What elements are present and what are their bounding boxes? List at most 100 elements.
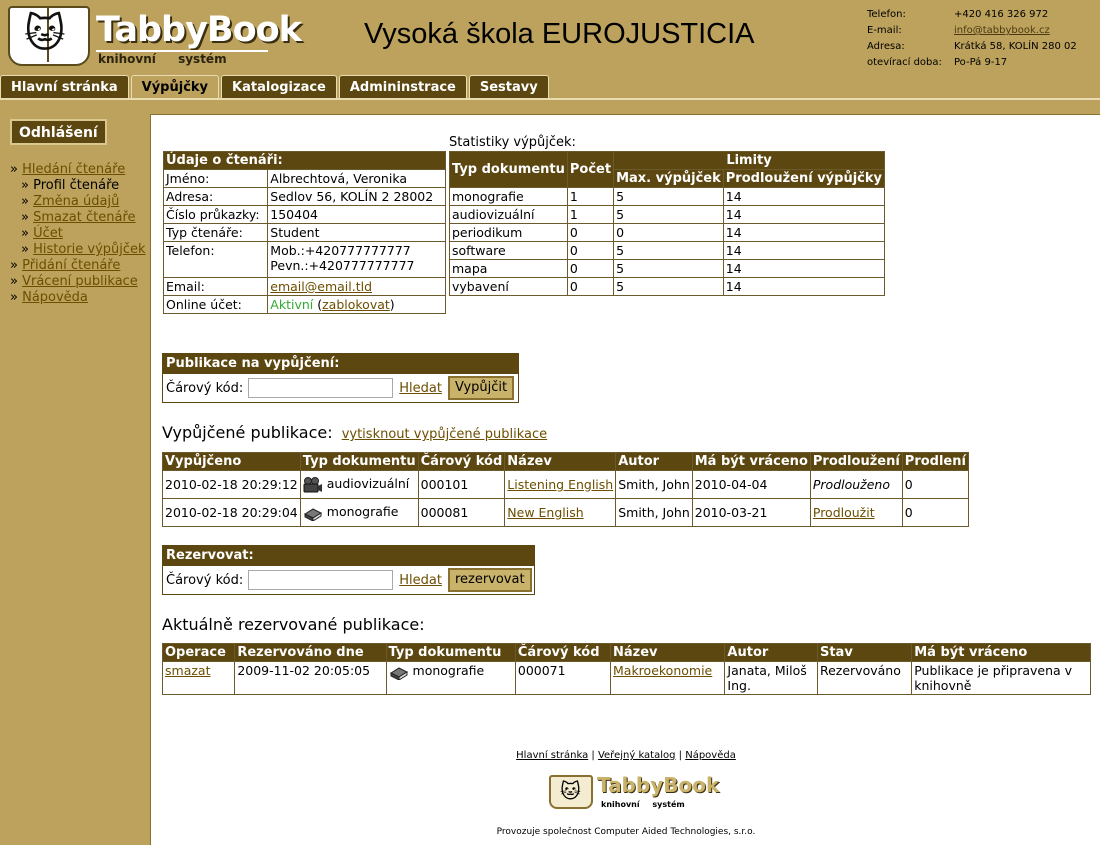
reader-info-table: Údaje o čtenáři: Jméno: Albrechtová, Vero… xyxy=(162,151,446,314)
tab-administration[interactable]: Admininstrace xyxy=(338,75,467,99)
contact-email-link[interactable]: info@tabbybook.cz xyxy=(954,23,1050,39)
table-row: mapa 0 5 14 xyxy=(449,259,886,278)
logout-button[interactable]: Odhlášení xyxy=(10,119,107,145)
table-row: smazat 2009-11-02 20:05:05 monografie 00… xyxy=(161,661,1091,695)
stats-col-extension: Prodloužení výpůjčky xyxy=(722,169,886,188)
table-row: vybavení 0 5 14 xyxy=(449,277,886,296)
lend-button[interactable]: Vypůjčit xyxy=(447,376,515,400)
reader-online-status: Aktivní (zablokovat) xyxy=(267,295,446,314)
online-status-text: Aktivní xyxy=(270,297,314,312)
reserve-search-link[interactable]: Hledat xyxy=(399,573,442,588)
stats-title: Statistiky výpůjček: xyxy=(449,135,576,150)
contact-label: Adresa: xyxy=(867,41,905,52)
reader-card-number: 150404 xyxy=(267,205,446,224)
table-row: 2010-02-18 20:29:04 monografie 000081 Ne… xyxy=(162,498,969,527)
loans-title: Vypůjčené publikace: xyxy=(162,423,333,442)
contact-label: E-mail: xyxy=(867,25,902,36)
reader-phone: Mob.:+420777777777 Pevn.:+420777777777 xyxy=(267,241,446,278)
header: 🐱 TabbyBook knihovní systém Vysoká škola… xyxy=(0,0,1100,75)
footer-logo-subtitle: knihovní systém xyxy=(601,800,685,809)
loans-table: Vypůjčeno Typ dokumentu Čárový kód Název… xyxy=(162,452,969,527)
footer-link-home[interactable]: Hlavní stránka xyxy=(516,750,588,761)
contact-address: Krátká 58, KOLÍN 280 02 xyxy=(954,41,1077,52)
print-loans-link[interactable]: vytisknout vypůjčené publikace xyxy=(342,427,547,442)
cat-icon: 🐱 xyxy=(24,11,66,57)
reader-type-label: Typ čtenáře: xyxy=(162,223,269,242)
delete-reservation-link[interactable]: smazat xyxy=(165,663,210,678)
reader-email-label: Email: xyxy=(162,277,269,296)
reserve-form: Rezervovat: Čárový kód: Hledat rezervova… xyxy=(162,545,535,595)
book-icon xyxy=(303,505,323,522)
contact-info: Telefon: +420 416 326 972 E-mail: info@tab… xyxy=(867,7,1077,71)
tab-home[interactable]: Hlavní stránka xyxy=(0,75,129,99)
table-row: audiovizuální 1 5 14 xyxy=(449,205,886,224)
stats-col-max: Max. výpůjček xyxy=(613,169,724,188)
footer-logo-name: TabbyBook xyxy=(597,773,720,797)
reader-phone-fixed: Pevn.:+420777777777 xyxy=(270,258,415,273)
video-camera-icon xyxy=(303,476,323,493)
main-content: Údaje o čtenáři: Jméno: Albrechtová, Vero… xyxy=(150,114,1100,845)
sidebar-item-account[interactable]: » Účet xyxy=(10,226,146,242)
sidebar-item-loan-history[interactable]: » Historie výpůjček xyxy=(10,242,146,258)
sidebar-item-reader-profile: » Profil čtenáře xyxy=(21,178,120,193)
school-name: Vysoká škola EUROJUSTICIA xyxy=(364,18,755,50)
sidebar-item-add-reader[interactable]: » Přidání čtenáře xyxy=(10,258,146,274)
reader-name: Albrechtová, Veronika xyxy=(267,169,446,188)
lend-barcode-input[interactable] xyxy=(248,378,394,398)
reader-card-label: Číslo průkazky: xyxy=(162,205,269,224)
cat-icon: 🐱 xyxy=(560,779,581,803)
table-row: monografie 1 5 14 xyxy=(449,187,886,206)
tab-loans[interactable]: Výpůjčky xyxy=(130,75,220,100)
contact-label: Telefon: xyxy=(867,9,906,20)
reservations-title: Aktuálně rezervované publikace: xyxy=(162,615,425,634)
extend-loan-link[interactable]: Prodloužit xyxy=(813,505,875,520)
sidebar: Odhlášení » Hledání čtenáře » Profil čte… xyxy=(0,100,150,845)
footer-operator: Provozuje společnost Computer Aided Tech… xyxy=(496,827,756,837)
sidebar-menu: » Hledání čtenáře » Profil čtenáře » Změ… xyxy=(10,162,146,306)
reserve-form-title: Rezervovat: xyxy=(163,546,534,566)
loan-title-link[interactable]: Listening English xyxy=(507,477,613,492)
stats-col-limits: Limity xyxy=(613,151,885,170)
lend-barcode-label: Čárový kód: xyxy=(166,380,244,396)
footer-link-catalog[interactable]: Veřejný katalog xyxy=(598,750,676,761)
sidebar-item-return[interactable]: » Vrácení publikace xyxy=(10,274,146,290)
sidebar-item-delete-reader[interactable]: » Smazat čtenáře xyxy=(10,210,146,226)
book-icon xyxy=(389,664,409,681)
tab-reports[interactable]: Sestavy xyxy=(468,75,549,99)
extension-status: Prodlouženo xyxy=(809,470,903,499)
reserve-barcode-input[interactable] xyxy=(248,570,394,590)
stats-table: Typ dokumentu Počet Limity Max. výpůjček… xyxy=(449,151,886,296)
tabbybook-logo[interactable]: 🐱 TabbyBook knihovní systém xyxy=(8,6,302,68)
reader-address: Sedlov 56, KOLÍN 2 28002 xyxy=(267,187,446,206)
reader-phone-label: Telefon: xyxy=(162,241,269,278)
sidebar-item-reader-search[interactable]: » Hledání čtenáře xyxy=(10,162,146,178)
reader-name-label: Jméno: xyxy=(162,169,269,188)
logo-name: TabbyBook xyxy=(96,10,302,50)
logo-subtitle: knihovní systém xyxy=(98,52,227,66)
loans-section: Vypůjčené publikace: vytisknout vypůjčen… xyxy=(162,423,547,442)
stats-col-type: Typ dokumentu xyxy=(449,151,568,188)
lend-form-title: Publikace na vypůjčení: xyxy=(163,354,518,374)
reader-online-label: Online účet: xyxy=(162,295,269,314)
reservations-table: Operace Rezervováno dne Typ dokumentu Čá… xyxy=(161,643,1091,695)
loan-title-link[interactable]: New English xyxy=(507,505,583,520)
reader-email-link[interactable]: email@email.tld xyxy=(270,279,372,294)
lend-form: Publikace na vypůjčení: Čárový kód: Hled… xyxy=(162,353,519,403)
lend-search-link[interactable]: Hledat xyxy=(399,381,442,396)
footer-link-help[interactable]: Nápověda xyxy=(685,750,736,761)
table-row: software 0 5 14 xyxy=(449,241,886,260)
stats-col-count: Počet xyxy=(566,151,615,188)
contact-phone: +420 416 326 972 xyxy=(954,9,1049,20)
sidebar-item-edit-details[interactable]: » Změna údajů xyxy=(10,194,146,210)
block-account-link[interactable]: zablokovat xyxy=(322,297,390,312)
sidebar-item-help[interactable]: » Nápověda xyxy=(10,290,146,306)
reservation-title-link[interactable]: Makroekonomie xyxy=(613,663,712,678)
reader-info-title: Údaje o čtenáři: xyxy=(163,151,446,170)
footer-links: Hlavní stránka | Veřejný katalog | Nápov… xyxy=(516,750,736,761)
table-row: 2010-02-18 20:29:12 audiovizuální 000101… xyxy=(162,470,969,499)
contact-hours: Po-Pá 9-17 xyxy=(954,57,1008,68)
reserve-button[interactable]: rezervovat xyxy=(447,568,532,592)
main-tabs: Hlavní stránka Výpůjčky Katalogizace Adm… xyxy=(0,75,551,100)
reader-phone-mobile: Mob.:+420777777777 xyxy=(270,243,411,258)
tab-cataloguing[interactable]: Katalogizace xyxy=(221,75,337,99)
